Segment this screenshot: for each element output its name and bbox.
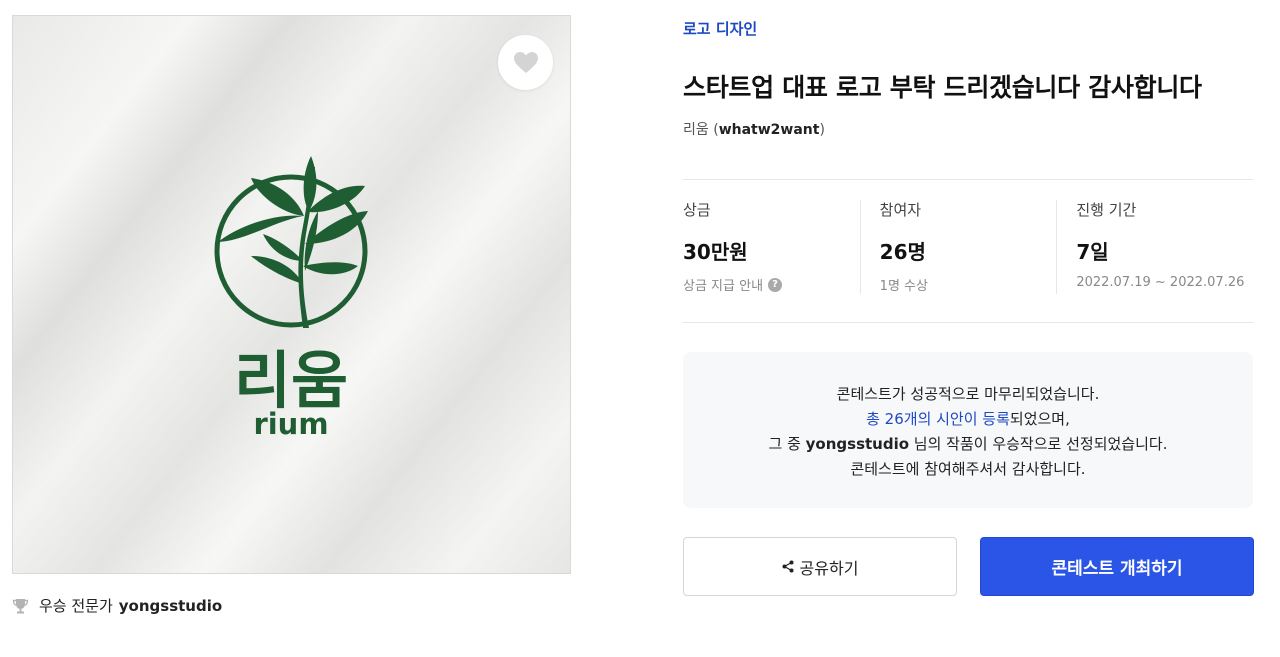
stat-period: 진행 기간 7일 2022.07.19 ~ 2022.07.26 — [1056, 199, 1253, 294]
divider-top — [683, 179, 1253, 180]
stat-participants: 참여자 26명 1명 수상 — [859, 199, 1057, 294]
stat-value: 7일 — [1076, 240, 1109, 264]
submissions-link[interactable]: 총 26개의 시안이 등록 — [866, 410, 1010, 428]
stat-value: 26명 — [879, 240, 926, 264]
winning-artwork[interactable]: 리움 rium — [12, 15, 571, 574]
stat-sub: 1명 수상 — [879, 279, 928, 294]
winner-info: 우승 전문가 yongsstudio — [12, 595, 222, 616]
share-label: 공유하기 — [799, 558, 859, 578]
notice-line: 콘테스트에 참여해주셔서 감사합니다. — [850, 460, 1086, 478]
winner-name[interactable]: yongsstudio — [119, 597, 222, 615]
contest-title: 스타트업 대표 로고 부탁 드리겠습니다 감사합니다 — [683, 73, 1202, 102]
notice-line: 콘테스트가 성공적으로 마무리되었습니다. — [836, 385, 1100, 403]
contest-host: 리움 (whatw2want) — [683, 122, 825, 138]
favorite-button[interactable] — [498, 35, 553, 90]
brand-english-text: rium — [253, 407, 328, 441]
stat-sub: 2022.07.19 ~ 2022.07.26 — [1076, 275, 1245, 290]
stat-value: 30만원 — [683, 240, 748, 264]
stat-prize: 상금 30만원 상금 지급 안내 ? — [683, 199, 860, 294]
host-name: 리움 — [683, 122, 709, 138]
rium-logo-image: 리움 rium — [214, 156, 368, 441]
host-id: whatw2want — [718, 122, 820, 138]
notice-text: 되었으며, — [1009, 410, 1070, 428]
host-contest-button[interactable]: 콘테스트 개최하기 — [980, 537, 1254, 596]
contest-result-notice: 콘테스트가 성공적으로 마무리되었습니다. 총 26개의 시안이 등록되었으며,… — [683, 352, 1253, 508]
notice-line: 총 26개의 시안이 등록되었으며, — [683, 407, 1253, 432]
help-icon[interactable]: ? — [768, 277, 783, 292]
heart-icon — [513, 52, 538, 73]
prize-payment-info[interactable]: 상금 지급 안내 ? — [683, 275, 860, 294]
notice-line: 그 중 yongsstudio 님의 작품이 우승작으로 선정되었습니다. — [683, 432, 1253, 457]
notice-text: 님의 작품이 우승작으로 선정되었습니다. — [909, 435, 1168, 453]
winner-label: 우승 전문가 — [39, 597, 113, 615]
notice-winner-name: yongsstudio — [805, 435, 910, 453]
trophy-icon — [12, 598, 29, 614]
stat-label: 참여자 — [879, 201, 922, 219]
stat-sub: 상금 지급 안내 — [683, 279, 764, 294]
notice-text: 그 중 — [768, 435, 806, 453]
share-icon — [782, 560, 794, 573]
contest-category[interactable]: 로고 디자인 — [683, 18, 757, 39]
divider-bottom — [683, 322, 1253, 323]
stat-label: 상금 — [683, 201, 711, 219]
stat-label: 진행 기간 — [1076, 201, 1137, 219]
contest-stats: 상금 30만원 상금 지급 안내 ? 참여자 26명 1명 수상 진행 기간 7… — [683, 199, 1253, 294]
share-button[interactable]: 공유하기 — [683, 537, 957, 596]
